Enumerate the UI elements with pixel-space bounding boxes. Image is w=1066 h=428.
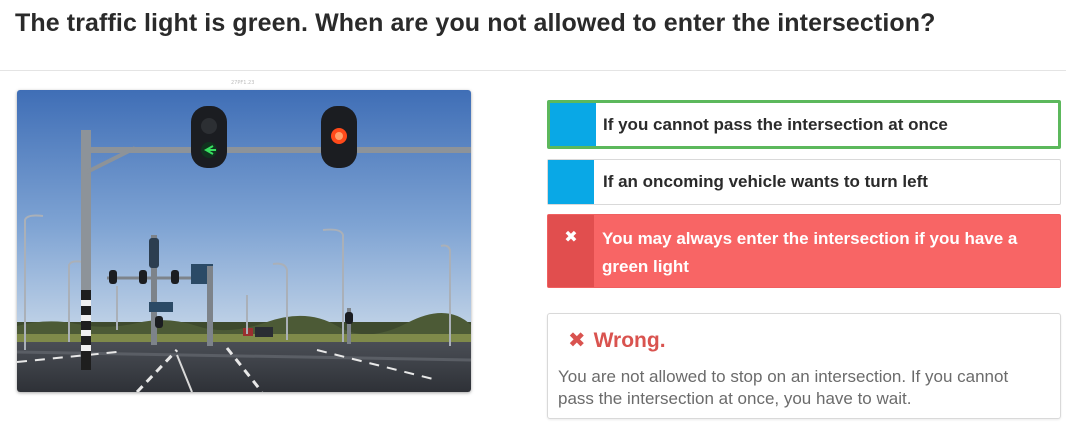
answer-option-3[interactable]: ✖ You may always enter the intersection … [547, 214, 1061, 288]
feedback-title: Wrong. [593, 329, 666, 352]
wrong-x-icon: ✖ [548, 215, 594, 287]
answer-label: If you cannot pass the intersection at o… [603, 114, 948, 134]
feedback-panel: ✖ Wrong. You are not allowed to stop on a… [547, 313, 1061, 419]
feedback-heading: ✖ Wrong. [568, 328, 666, 353]
answer-option-2[interactable]: If an oncoming vehicle wants to turn lef… [547, 159, 1061, 205]
answer-option-1[interactable]: If you cannot pass the intersection at o… [547, 100, 1061, 149]
close-x-icon: ✖ [568, 329, 586, 352]
question-title: The traffic light is green. When are you… [15, 9, 936, 37]
answer-marker [548, 160, 594, 204]
answer-label: If an oncoming vehicle wants to turn lef… [603, 172, 928, 191]
feedback-explanation: You are not allowed to stop on an inters… [558, 367, 1009, 408]
question-photo [17, 90, 471, 392]
answer-label: You may always enter the intersection if… [602, 229, 1018, 276]
question-header: The traffic light is green. When are you… [0, 0, 1066, 71]
photo-caption: 27PF1.23 [231, 80, 255, 86]
traffic-intersection-illustration [17, 90, 471, 392]
answer-marker [550, 103, 596, 146]
